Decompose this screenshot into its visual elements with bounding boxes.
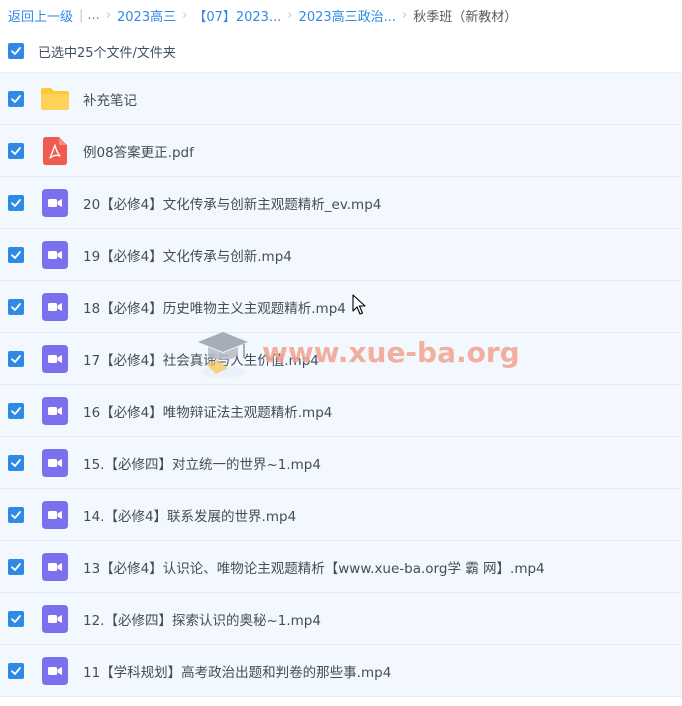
file-type-icon [39,655,71,687]
back-link[interactable]: 返回上一级 [8,6,73,25]
video-icon [42,656,68,685]
file-row[interactable]: 19【必修4】文化传承与创新.mp4 [0,229,682,281]
file-type-icon [39,447,71,479]
video-icon [42,188,68,217]
breadcrumb-separator: › [105,7,112,23]
file-row[interactable]: 补充笔记 [0,73,682,125]
video-icon [42,552,68,581]
file-type-icon [39,499,71,531]
file-name[interactable]: 17【必修4】社会真谛与人生价值.mp4 [83,349,319,369]
file-checkbox[interactable] [8,558,24,575]
file-checkbox[interactable] [8,90,24,107]
file-name[interactable]: 18【必修4】历史唯物主义主观题精析.mp4 [83,297,346,317]
file-checkbox[interactable] [8,350,24,367]
checkmark-icon [11,302,21,311]
checkmark-icon [11,614,21,623]
file-row[interactable]: 15.【必修四】对立统一的世界~1.mp4 [0,437,682,489]
video-icon [42,448,68,477]
breadcrumb-separator: › [287,7,293,23]
file-type-icon [39,551,71,583]
breadcrumb-separator: › [402,7,408,23]
file-row[interactable]: 12.【必修四】探索认识的奥秘~1.mp4 [0,593,682,645]
file-name[interactable]: 16【必修4】唯物辩证法主观题精析.mp4 [83,401,332,421]
file-name[interactable]: 11【学科规划】高考政治出题和判卷的那些事.mp4 [83,661,391,681]
file-name[interactable]: 20【必修4】文化传承与创新主观题精析_ev.mp4 [83,193,381,213]
file-list: 补充笔记例08答案更正.pdf 20【必修4】文化传承与创新主观题精析_ev.mp… [0,73,682,697]
file-name[interactable]: 14.【必修4】联系发展的世界.mp4 [83,505,296,525]
file-checkbox[interactable] [8,298,24,315]
checkmark-icon [11,94,21,103]
breadcrumb: 返回上一级 | ... › 2023高三 › 【07】2023... › 202… [0,0,682,30]
checkmark-icon [11,510,21,519]
video-icon [42,240,68,269]
file-type-icon [39,291,71,323]
video-icon [42,292,68,321]
file-row[interactable]: 例08答案更正.pdf [0,125,682,177]
checkmark-icon [11,146,21,155]
file-checkbox[interactable] [8,402,24,419]
file-row[interactable]: 14.【必修4】联系发展的世界.mp4 [0,489,682,541]
file-type-icon [39,603,71,635]
breadcrumb-ellipsis[interactable]: ... [87,8,99,23]
file-row[interactable]: 17【必修4】社会真谛与人生价值.mp4 [0,333,682,385]
file-checkbox[interactable] [8,506,24,523]
folder-icon [41,87,69,110]
file-type-icon [39,135,71,167]
checkmark-icon [11,198,21,207]
file-type-icon [39,395,71,427]
checkmark-icon [11,250,21,259]
pdf-icon [43,136,67,165]
file-row[interactable]: 18【必修4】历史唯物主义主观题精析.mp4 [0,281,682,333]
breadcrumb-separator: › [182,7,188,23]
video-icon [42,344,68,373]
checkmark-icon [11,562,21,571]
checkmark-icon [11,354,21,363]
select-all-checkbox[interactable] [8,43,24,59]
file-checkbox[interactable] [8,194,24,211]
video-icon [42,396,68,425]
breadcrumb-separator: | [79,7,84,23]
breadcrumb-item-1[interactable]: 2023高三 [117,6,176,25]
checkmark-icon [11,406,21,415]
file-row[interactable]: 11【学科规划】高考政治出题和判卷的那些事.mp4 [0,645,682,697]
checkmark-icon [11,666,21,675]
file-name[interactable]: 例08答案更正.pdf [83,141,194,161]
file-name[interactable]: 12.【必修四】探索认识的奥秘~1.mp4 [83,609,321,629]
checkmark-icon [11,47,21,55]
file-row[interactable]: 16【必修4】唯物辩证法主观题精析.mp4 [0,385,682,437]
checkmark-icon [11,458,21,467]
file-name[interactable]: 补充笔记 [83,89,137,109]
breadcrumb-item-3[interactable]: 2023高三政治... [299,6,396,25]
file-row[interactable]: 13【必修4】认识论、唯物论主观题精析【www.xue-ba.org学 霸 网】… [0,541,682,593]
file-type-icon [39,83,71,115]
breadcrumb-item-2[interactable]: 【07】2023... [193,6,281,25]
selection-count-label: 已选中25个文件/文件夹 [38,45,176,61]
file-checkbox[interactable] [8,142,24,159]
breadcrumb-current: 秋季班（新教材） [413,9,518,25]
file-name[interactable]: 13【必修4】认识论、唯物论主观题精析【www.xue-ba.org学 霸 网】… [83,557,545,577]
file-checkbox[interactable] [8,662,24,679]
file-browser: 返回上一级 | ... › 2023高三 › 【07】2023... › 202… [0,0,682,706]
file-type-icon [39,239,71,271]
file-type-icon [39,187,71,219]
file-checkbox[interactable] [8,454,24,471]
file-name[interactable]: 19【必修4】文化传承与创新.mp4 [83,245,292,265]
file-row[interactable]: 20【必修4】文化传承与创新主观题精析_ev.mp4 [0,177,682,229]
file-checkbox[interactable] [8,610,24,627]
file-checkbox[interactable] [8,246,24,263]
file-type-icon [39,343,71,375]
file-name[interactable]: 15.【必修四】对立统一的世界~1.mp4 [83,453,321,473]
video-icon [42,604,68,633]
selection-bar: 已选中25个文件/文件夹 [0,30,682,73]
video-icon [42,500,68,529]
